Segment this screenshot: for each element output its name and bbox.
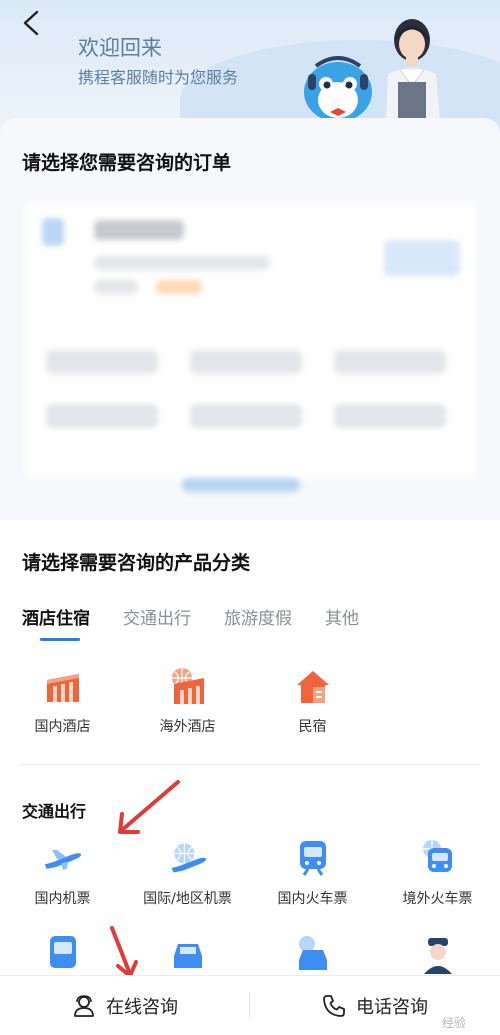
globe-car-icon <box>298 936 327 970</box>
online-consult-label: 在线咨询 <box>106 996 178 1018</box>
watermark-text: 经验 <box>441 1016 466 1030</box>
section-divider <box>20 764 480 765</box>
overseas-train-label: 境外火车票 <box>402 891 473 907</box>
domestic-hotel-button[interactable]: 国内酒店 <box>0 666 125 736</box>
tab-transport[interactable]: 交通出行 <box>123 604 191 629</box>
tab-vacation[interactable]: 旅游度假 <box>224 604 292 629</box>
homestay-label: 民宿 <box>298 719 327 735</box>
overseas-train-button[interactable]: 境外火车票 <box>375 838 500 908</box>
customer-service-agent-icon <box>386 19 440 120</box>
order-section: 请选择您需要咨询的订单 <box>0 118 500 520</box>
dolphin-mascot-icon <box>304 56 372 122</box>
domestic-hotel-label: 国内酒店 <box>34 719 91 735</box>
homestay-button[interactable]: 民宿 <box>250 666 375 736</box>
transport-items-row: 国内机票 国际/地区机票 国内火车票 境外火车票 <box>0 838 500 918</box>
tab-other[interactable]: 其他 <box>325 604 359 629</box>
domestic-train-label: 国内火车票 <box>277 891 348 907</box>
category-tabs: 酒店住宿 交通出行 旅游度假 其他 <box>22 604 359 641</box>
phone-consult-label: 电话咨询 <box>356 996 428 1018</box>
globe-train-icon <box>422 840 452 872</box>
international-flight-button[interactable]: 国际/地区机票 <box>125 838 250 908</box>
domestic-train-button[interactable]: 国内火车票 <box>250 838 375 908</box>
overseas-hotel-label: 海外酒店 <box>159 719 216 735</box>
domestic-hotel-icon <box>46 674 79 702</box>
bottom-action-bar: 在线咨询 电话咨询 经验 <box>0 975 500 1035</box>
welcome-subtitle: 携程客服随时为您服务 <box>78 68 239 87</box>
bus-icon <box>49 936 76 968</box>
overseas-hotel-icon <box>171 668 204 704</box>
international-flight-label: 国际/地区机票 <box>143 891 232 907</box>
chat-agent-icon <box>74 994 94 1017</box>
transport-section-title: 交通出行 <box>22 802 87 821</box>
back-button[interactable] <box>14 6 48 40</box>
tab-hotel[interactable]: 酒店住宿 <box>22 604 90 641</box>
overseas-hotel-button[interactable]: 海外酒店 <box>125 666 250 736</box>
train-icon <box>299 841 326 876</box>
welcome-title: 欢迎回来 <box>78 36 162 60</box>
car-button[interactable] <box>125 934 250 974</box>
plane-icon <box>44 849 81 870</box>
driver-service-button[interactable] <box>375 934 500 974</box>
homestay-icon <box>296 671 329 703</box>
domestic-flight-label: 国内机票 <box>34 891 91 907</box>
phone-icon <box>323 994 345 1017</box>
order-section-title: 请选择您需要咨询的订单 <box>22 152 232 174</box>
product-section-title: 请选择需要咨询的产品分类 <box>22 552 251 574</box>
blurred-order-card[interactable] <box>24 200 476 480</box>
bus-button[interactable] <box>0 934 125 974</box>
back-arrow-icon <box>23 10 39 36</box>
online-consult-button[interactable]: 在线咨询 <box>0 976 250 1035</box>
car-icon <box>173 944 202 968</box>
driver-icon <box>423 938 452 974</box>
domestic-flight-button[interactable]: 国内机票 <box>0 838 125 908</box>
hotel-items-row: 国内酒店 海外酒店 民宿 <box>0 666 500 746</box>
overseas-car-button[interactable] <box>250 934 375 974</box>
globe-plane-icon <box>171 843 206 873</box>
blurred-more-orders-link[interactable] <box>182 478 300 492</box>
product-category-section: 请选择需要咨询的产品分类 酒店住宿 交通出行 旅游度假 其他 国内酒店 海外酒店… <box>0 520 500 980</box>
